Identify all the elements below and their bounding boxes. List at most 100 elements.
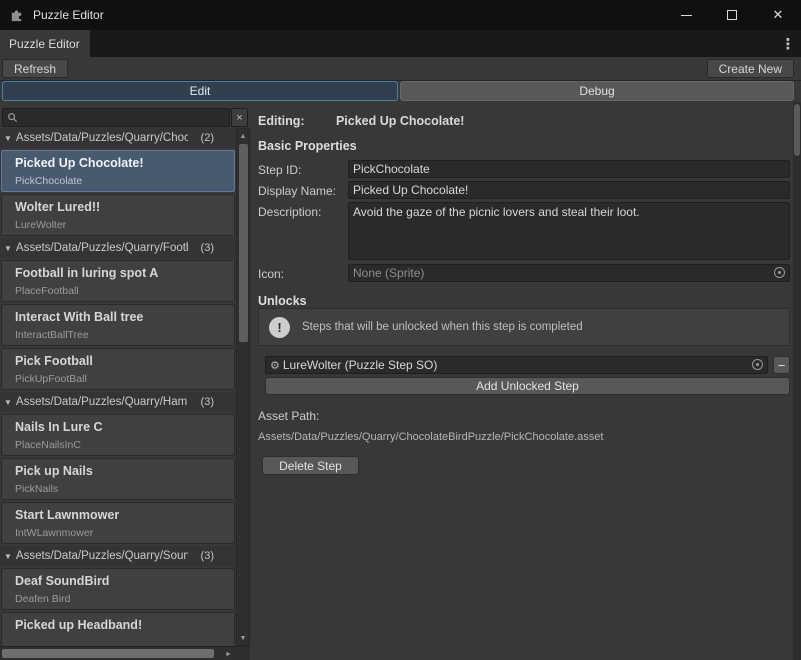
delete-step-button[interactable]: Delete Step	[262, 456, 359, 475]
refresh-button[interactable]: Refresh	[2, 59, 68, 78]
titlebar: Puzzle Editor ✕	[0, 0, 801, 30]
step-id: Deafen Bird	[15, 594, 234, 604]
section-header[interactable]: ▼ Assets/Data/Puzzles/Quarry/HamperBi (3…	[0, 392, 236, 412]
inspector-vertical-scrollbar[interactable]	[793, 102, 801, 660]
display-name-field-value: Picked Up Chocolate!	[353, 183, 468, 197]
section-count: (3)	[201, 550, 214, 562]
object-picker-icon[interactable]	[752, 359, 763, 370]
list-horizontal-scrollbar[interactable]: ►	[0, 646, 250, 660]
unlocks-info-text: Steps that will be unlocked when this st…	[302, 321, 583, 333]
window-title: Puzzle Editor	[33, 8, 104, 22]
foldout-open-icon: ▼	[4, 398, 12, 407]
kebab-menu-icon[interactable]: ⋮	[779, 30, 797, 57]
editing-value: Picked Up Chocolate!	[336, 114, 465, 128]
step-id: PickChocolate	[15, 176, 234, 186]
create-new-button[interactable]: Create New	[707, 59, 794, 78]
step-list-item[interactable]: Interact With Ball tree InteractBallTree	[1, 304, 235, 346]
info-icon: !	[269, 317, 290, 338]
step-list-item[interactable]: Picked Up Chocolate! PickChocolate	[1, 150, 235, 192]
toolbar: Refresh Create New	[0, 57, 801, 81]
add-unlocked-step-button[interactable]: Add Unlocked Step	[265, 377, 790, 395]
tab-edit[interactable]: Edit	[2, 81, 398, 101]
foldout-open-icon: ▼	[4, 244, 12, 253]
list-vertical-scrollbar[interactable]: ▲ ▼	[236, 128, 250, 646]
section-count: (3)	[201, 242, 214, 254]
window-controls: ✕	[663, 0, 801, 30]
asset-path-label: Asset Path:	[258, 409, 319, 423]
remove-unlocked-step-button[interactable]: −	[773, 356, 790, 374]
step-id: PlaceFootball	[15, 286, 234, 296]
unlocked-step-object-field[interactable]: ⚙ LureWolter (Puzzle Step SO)	[265, 356, 768, 374]
step-title: Wolter Lured!!	[15, 201, 234, 214]
step-list-item[interactable]: Picked up Headband!	[1, 612, 235, 646]
vertical-scroll-thumb[interactable]	[239, 144, 248, 342]
search-icon	[7, 112, 18, 123]
step-title: Pick up Nails	[15, 465, 234, 478]
display-name-field[interactable]: Picked Up Chocolate!	[348, 181, 790, 199]
step-list-item[interactable]: Pick Football PickUpFootBall	[1, 348, 235, 390]
step-id: PlaceNailsInC	[15, 440, 234, 450]
scroll-up-icon[interactable]: ▲	[237, 130, 249, 142]
step-id: LureWolter	[15, 220, 234, 230]
step-id: InteractBallTree	[15, 330, 234, 340]
horizontal-scroll-thumb[interactable]	[2, 649, 214, 658]
tab-puzzle-editor[interactable]: Puzzle Editor	[0, 30, 90, 57]
step-title: Picked up Headband!	[15, 619, 234, 632]
step-title: Pick Football	[15, 355, 234, 368]
editing-row: Editing: Picked Up Chocolate!	[258, 112, 464, 130]
step-title: Interact With Ball tree	[15, 311, 234, 324]
scroll-down-icon[interactable]: ▼	[237, 632, 249, 644]
section-label: Assets/Data/Puzzles/Quarry/Chocolatel	[16, 132, 188, 144]
close-button[interactable]: ✕	[755, 0, 801, 30]
step-list-item[interactable]: Start Lawnmower IntWLawnmower	[1, 502, 235, 544]
section-header[interactable]: ▼ Assets/Data/Puzzles/Quarry/FootballBir…	[0, 238, 236, 258]
unlocked-step-value: LureWolter (Puzzle Step SO)	[283, 358, 438, 372]
editing-label: Editing:	[258, 114, 305, 128]
step-id: PickNails	[15, 484, 234, 494]
section-label: Assets/Data/Puzzles/Quarry/FootballBir	[16, 242, 188, 254]
scriptable-object-icon: ⚙	[270, 359, 280, 372]
step-list-panel: × ▼ Assets/Data/Puzzles/Quarry/Chocolate…	[0, 102, 252, 660]
step-id: PickUpFootBall	[15, 374, 234, 384]
section-label: Assets/Data/Puzzles/Quarry/SoundBird	[16, 550, 188, 562]
search-clear-button[interactable]: ×	[231, 108, 248, 127]
display-name-label: Display Name:	[258, 184, 336, 198]
basic-properties-title: Basic Properties	[258, 139, 357, 153]
step-list-item[interactable]: Pick up Nails PickNails	[1, 458, 235, 500]
scroll-right-icon[interactable]: ►	[222, 648, 235, 660]
description-field[interactable]: Avoid the gaze of the picnic lovers and …	[348, 202, 790, 260]
search-input[interactable]	[2, 108, 230, 127]
puzzle-editor-window: Puzzle Editor ✕ Puzzle Editor ⋮ Refresh …	[0, 0, 801, 660]
inspector-panel: Editing: Picked Up Chocolate! Basic Prop…	[252, 102, 793, 660]
section-header[interactable]: ▼ Assets/Data/Puzzles/Quarry/Chocolatel …	[0, 128, 236, 148]
step-id: IntWLawnmower	[15, 528, 234, 538]
step-title: Deaf SoundBird	[15, 575, 234, 588]
step-id-field-value: PickChocolate	[353, 162, 430, 176]
description-label: Description:	[258, 205, 321, 219]
step-title: Nails In Lure C	[15, 421, 234, 434]
section-count: (3)	[201, 396, 214, 408]
minimize-icon	[681, 15, 692, 16]
maximize-button[interactable]	[709, 0, 755, 30]
section-header[interactable]: ▼ Assets/Data/Puzzles/Quarry/SoundBird (…	[0, 546, 236, 566]
step-title: Football in luring spot A	[15, 267, 234, 280]
asset-path-value: Assets/Data/Puzzles/Quarry/ChocolateBird…	[258, 431, 603, 443]
section-label: Assets/Data/Puzzles/Quarry/HamperBi	[16, 396, 188, 408]
icon-object-field[interactable]: None (Sprite)	[348, 264, 790, 282]
step-id-field[interactable]: PickChocolate	[348, 160, 790, 178]
step-list-item[interactable]: Nails In Lure C PlaceNailsInC	[1, 414, 235, 456]
step-title: Start Lawnmower	[15, 509, 234, 522]
foldout-open-icon: ▼	[4, 134, 12, 143]
step-list-item[interactable]: Wolter Lured!! LureWolter	[1, 194, 235, 236]
step-list-item[interactable]: Football in luring spot A PlaceFootball	[1, 260, 235, 302]
step-list: ▼ Assets/Data/Puzzles/Quarry/Chocolatel …	[0, 128, 236, 646]
tab-debug[interactable]: Debug	[400, 81, 794, 101]
object-picker-icon[interactable]	[774, 267, 785, 278]
unlocks-helpbox: ! Steps that will be unlocked when this …	[258, 308, 790, 346]
section-count: (2)	[201, 132, 214, 144]
icon-label: Icon:	[258, 267, 284, 281]
step-list-item[interactable]: Deaf SoundBird Deafen Bird	[1, 568, 235, 610]
minimize-button[interactable]	[663, 0, 709, 30]
inspector-scroll-thumb[interactable]	[794, 104, 800, 156]
icon-field-value: None (Sprite)	[353, 266, 424, 280]
